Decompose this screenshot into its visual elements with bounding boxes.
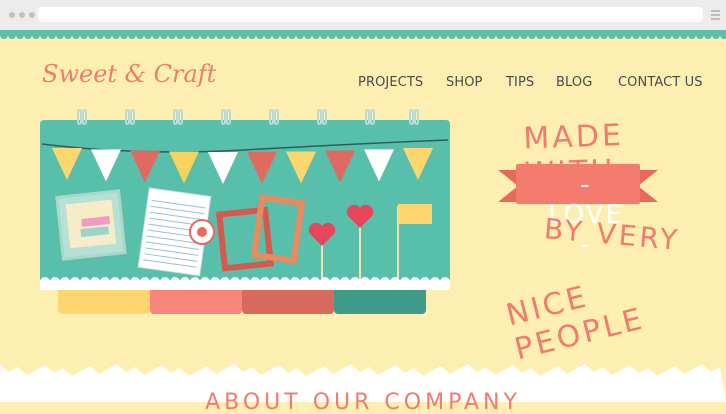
browser-chrome — [0, 0, 726, 30]
section-title: ABOUT OUR COMPANY — [205, 390, 521, 414]
hero-illustration — [40, 109, 450, 314]
address-bar[interactable] — [38, 7, 703, 22]
window-dot[interactable] — [29, 12, 35, 18]
website: Sweet & Craft PROJECTS SHOP TIPS BLOG CO… — [0, 30, 726, 414]
nav-contact-us[interactable]: CONTACT US — [618, 75, 703, 90]
window-dot[interactable] — [9, 12, 15, 18]
nav-tips[interactable]: TIPS — [506, 75, 534, 90]
menu-icon[interactable] — [711, 10, 720, 20]
nav-projects[interactable]: PROJECTS — [358, 75, 423, 90]
site-logo[interactable]: Sweet & Craft — [42, 60, 216, 88]
window-dot[interactable] — [19, 12, 25, 18]
nav-blog[interactable]: BLOG — [556, 75, 592, 90]
scallop-border — [0, 30, 726, 39]
nav-shop[interactable]: SHOP — [446, 75, 483, 90]
